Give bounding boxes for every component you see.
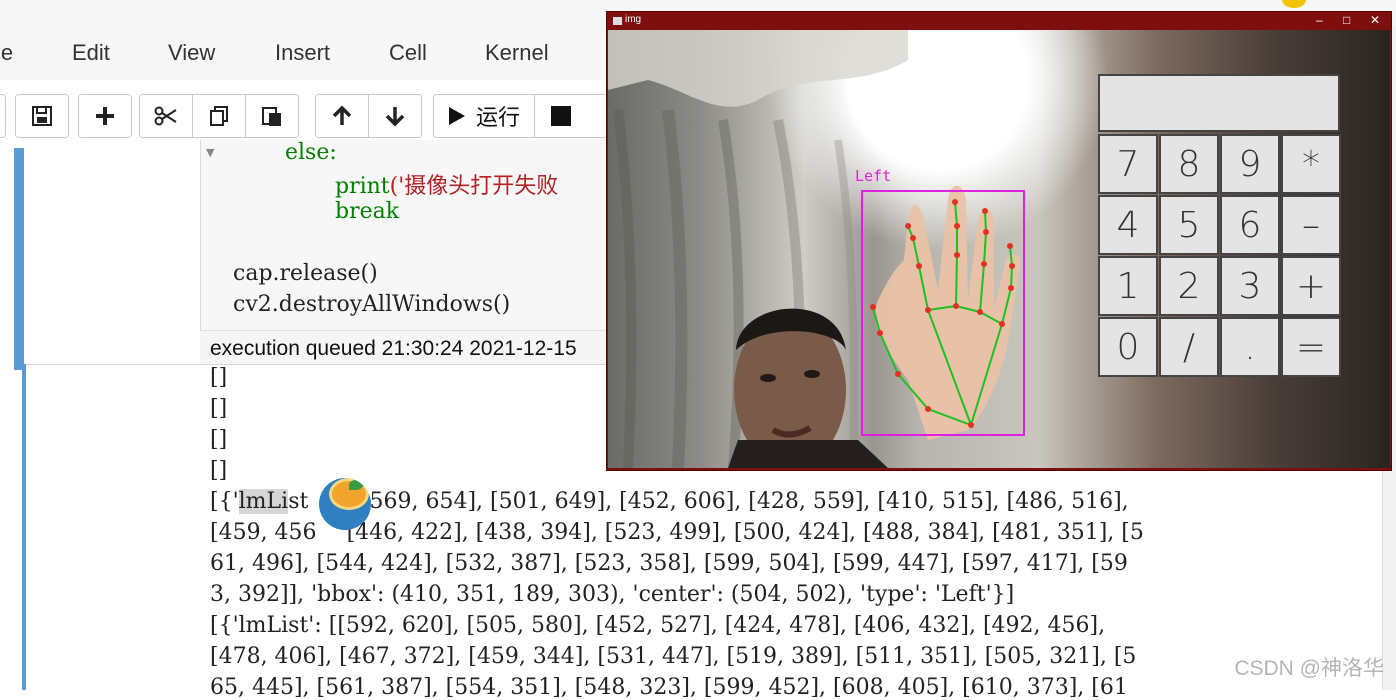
calc-key-equals[interactable]: = (1281, 317, 1341, 377)
close-button[interactable]: ✕ (1370, 13, 1380, 27)
calc-key-4[interactable]: 4 (1098, 195, 1158, 255)
toolbar-insert-group (78, 94, 132, 138)
code-line-else: else: (285, 140, 337, 165)
calc-key-5[interactable]: 5 (1159, 195, 1219, 255)
code-line-destroy: cv2.destroyAllWindows() (233, 292, 511, 317)
image-window-title: img (625, 14, 642, 25)
calc-key-1[interactable]: 1 (1098, 256, 1158, 316)
scissors-icon (154, 106, 177, 126)
play-icon (449, 107, 465, 125)
calc-key-0[interactable]: 0 (1098, 317, 1158, 377)
toolbar-edge (0, 94, 6, 138)
menu-edit[interactable]: Edit (72, 40, 110, 66)
code-print-fn: print (335, 174, 390, 199)
menu-file[interactable]: le (0, 40, 13, 66)
copy-button[interactable] (193, 95, 246, 137)
camera-frame: Left 7 8 9 * 4 5 6– 1 2 3 +0/. = (608, 30, 1390, 468)
output-text: [{' (210, 489, 239, 514)
run-button[interactable]: 运行 (434, 95, 536, 137)
minimize-button[interactable]: – (1316, 13, 1323, 27)
selected-cell-marker (14, 148, 24, 370)
hand-type-label: Left (855, 167, 892, 185)
code-line-print: print('摄像头打开失败 (335, 168, 558, 200)
output-line-7: 65, 445], [561, 387], [554, 351], [548, … (210, 675, 1128, 700)
calculator-display (1098, 74, 1340, 132)
menu-kernel[interactable]: Kernel (485, 40, 549, 66)
save-icon (32, 106, 52, 126)
output-line-5: [{'lmList': [[592, 620], [505, 580], [45… (210, 613, 1106, 638)
output-empty-list: [] (210, 396, 228, 421)
plus-icon (96, 107, 114, 125)
toolbar-save-group (15, 94, 69, 138)
output-empty-list: [] (210, 458, 228, 483)
image-window[interactable]: img – □ ✕ Left 7 8 9 * 4 5 6 – 1 2 3 + 0… (607, 12, 1391, 470)
calc-key-divide[interactable]: / (1159, 317, 1219, 377)
stop-icon (551, 106, 572, 126)
move-up-button[interactable] (316, 95, 369, 137)
output-text: [[569, 654], [501, 649], [452, 606], [42… (352, 489, 1129, 514)
run-label: 运行 (476, 105, 521, 130)
code-cell-input[interactable]: else: print('摄像头打开失败 break cap.release()… (200, 140, 611, 330)
calc-key-8[interactable]: 8 (1159, 134, 1219, 194)
insert-cell-button[interactable] (79, 95, 131, 137)
calc-key-7[interactable]: 7 (1098, 134, 1158, 194)
calc-key-6[interactable]: 6 (1220, 195, 1280, 255)
maximize-button[interactable]: □ (1343, 13, 1350, 27)
arrow-down-icon (385, 107, 405, 127)
calc-key-multiply[interactable]: * (1281, 134, 1341, 194)
output-text: [446, 422], [438, 394], [523, 499], [500… (346, 520, 1144, 545)
notification-dot (1282, 0, 1306, 8)
code-print-string: ('摄像头打开失败 (389, 174, 559, 199)
calc-key-9[interactable]: 9 (1220, 134, 1280, 194)
code-line-release: cap.release() (233, 261, 378, 286)
execution-status: execution queued 21:30:24 2021-12-15 (200, 330, 610, 366)
execution-status-text: execution queued 21:30:24 2021-12-15 (210, 337, 577, 360)
output-text: st (288, 489, 309, 514)
copy-icon (210, 106, 228, 126)
search-highlight: lmLi (238, 489, 289, 514)
output-text: [459, 456 (210, 520, 317, 545)
fold-arrow-icon[interactable]: ▼ (206, 146, 214, 159)
toolbar-move-group (315, 94, 422, 138)
arrow-up-icon (332, 105, 352, 125)
save-button[interactable] (16, 95, 68, 137)
image-window-titlebar[interactable]: img – □ ✕ (607, 12, 1391, 30)
calc-key-3[interactable]: 3 (1220, 256, 1280, 316)
output-empty-list: [] (210, 365, 228, 390)
calc-key-2[interactable]: 2 (1159, 256, 1219, 316)
cut-button[interactable] (140, 95, 193, 137)
stop-button[interactable] (535, 95, 588, 137)
calc-key-plus[interactable]: + (1281, 256, 1341, 316)
watermark: CSDN @神洛华 (1234, 657, 1384, 680)
output-line-6: [478, 406], [467, 372], [459, 344], [531… (210, 644, 1137, 669)
code-line-break: break (335, 199, 400, 224)
floating-avatar-icon[interactable] (319, 478, 371, 530)
menu-insert[interactable]: Insert (275, 40, 330, 66)
paste-button[interactable] (246, 95, 298, 137)
toolbar-clipboard-group (139, 94, 299, 138)
menu-view[interactable]: View (168, 40, 215, 66)
output-line-3: 61, 496], [544, 424], [532, 387], [523, … (210, 551, 1128, 576)
output-line-4: 3, 392]], 'bbox': (410, 351, 189, 303), … (210, 582, 1015, 607)
output-empty-list: [] (210, 427, 228, 452)
menu-cell[interactable]: Cell (389, 40, 427, 66)
hand-bounding-box (861, 190, 1025, 436)
calc-key-decimal[interactable]: . (1220, 317, 1280, 377)
toolbar-run-group: 运行 (433, 94, 635, 138)
paste-icon (262, 107, 281, 126)
calc-key-minus[interactable]: – (1281, 195, 1341, 255)
window-app-icon (613, 17, 622, 25)
move-down-button[interactable] (369, 95, 421, 137)
